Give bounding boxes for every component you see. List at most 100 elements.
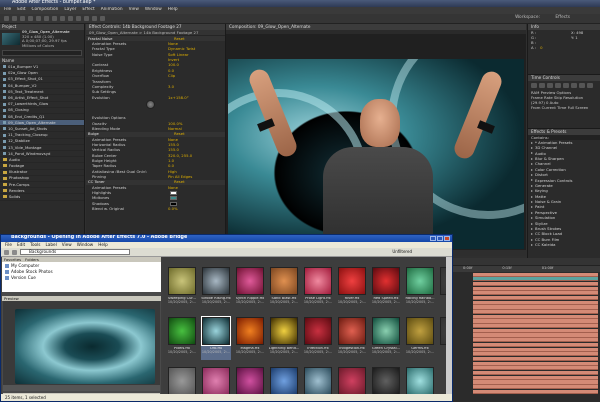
- thumbnail-item[interactable]: Prose Light.ffx 10/20/2005, 2:...: [303, 267, 333, 310]
- disclosure-triangle-icon[interactable]: [531, 157, 533, 160]
- layer-duration-bar[interactable]: [473, 380, 598, 385]
- layer-duration-bar[interactable]: [473, 324, 598, 329]
- effect-param-value[interactable]: None: [168, 137, 178, 142]
- thumbnail-item[interactable]: Germs.ffx 10/20/2005, 2:...: [405, 317, 435, 360]
- layer-duration-bar[interactable]: [473, 286, 598, 291]
- layer-duration-bar[interactable]: [473, 272, 598, 277]
- hand-tool-icon[interactable]: [12, 16, 17, 21]
- back-icon[interactable]: [4, 249, 9, 255]
- disclosure-triangle-icon[interactable]: [531, 195, 533, 198]
- layer-duration-bar[interactable]: [473, 375, 598, 380]
- first-frame-icon[interactable]: [531, 83, 537, 88]
- eraser-tool-icon[interactable]: [92, 16, 97, 21]
- composition-viewer[interactable]: [228, 59, 524, 249]
- layer-duration-bar[interactable]: [473, 295, 598, 301]
- layer-duration-bar[interactable]: [473, 361, 598, 366]
- menu-item-effect[interactable]: Effect: [82, 8, 94, 13]
- layer-duration-bar[interactable]: [473, 319, 598, 324]
- tab-folders[interactable]: Folders: [25, 257, 39, 262]
- layer-duration-bar[interactable]: [473, 277, 598, 282]
- prev-frame-icon[interactable]: [539, 83, 545, 88]
- mask-tool-icon[interactable]: [52, 16, 57, 21]
- disclosure-triangle-icon[interactable]: [531, 147, 533, 150]
- effect-param-value[interactable]: 1.0: [168, 159, 174, 163]
- menu-item-file[interactable]: File: [4, 8, 11, 13]
- camera-tool-icon[interactable]: [36, 16, 41, 21]
- color-swatch[interactable]: [170, 201, 177, 206]
- menu-item-layer[interactable]: Layer: [64, 8, 76, 13]
- disclosure-triangle-icon[interactable]: [531, 141, 533, 144]
- layer-duration-bar[interactable]: [473, 300, 598, 305]
- maximize-button[interactable]: [437, 236, 443, 241]
- thumbnail-item[interactable]: Sand Blast.ffx 10/20/2005, 2:...: [269, 267, 299, 310]
- favorite-item[interactable]: Version Cue: [5, 275, 158, 281]
- bridge-menu-file[interactable]: File: [5, 242, 12, 247]
- layer-duration-bar[interactable]: [473, 347, 598, 352]
- ram-preview-icon[interactable]: [587, 83, 593, 88]
- loop-icon[interactable]: [579, 83, 585, 88]
- thumbnail-item[interactable]: Strobe Rising.ffx 10/20/2005, 2:...: [201, 267, 231, 310]
- next-frame-icon[interactable]: [555, 83, 561, 88]
- layer-duration-bar[interactable]: [473, 356, 598, 362]
- pan-behind-tool-icon[interactable]: [44, 16, 49, 21]
- clone-tool-icon[interactable]: [84, 16, 89, 21]
- effect-param-value[interactable]: Pin All Edges: [168, 175, 192, 179]
- effect-param-value[interactable]: None: [168, 185, 178, 190]
- preset-item[interactable]: CC Kaleida: [528, 242, 600, 247]
- thumbnail-item[interactable]: Red Speed.ffx 10/20/2005, 2:...: [371, 267, 401, 310]
- disclosure-triangle-icon[interactable]: [531, 211, 533, 214]
- layer-duration-bar[interactable]: [473, 352, 598, 357]
- bridge-menu-label[interactable]: Label: [45, 242, 56, 247]
- effect-param-value[interactable]: 155.0: [168, 143, 179, 147]
- layer-duration-bar[interactable]: [473, 370, 598, 376]
- filter-select[interactable]: Unfiltered: [392, 250, 412, 254]
- effect-param-value[interactable]: Reset: [174, 180, 185, 184]
- rotate-tool-icon[interactable]: [28, 16, 33, 21]
- effect-param-value[interactable]: 320.0, 255.0: [168, 153, 192, 158]
- puppet-tool-icon[interactable]: [100, 16, 105, 21]
- effect-param-value[interactable]: 100.0%: [168, 121, 182, 126]
- thumbnail-item[interactable]: Indigestion.ffx 10/20/2005, 2:...: [337, 317, 367, 360]
- disclosure-triangle-icon[interactable]: [531, 217, 533, 220]
- path-select[interactable]: Backgrounds: [20, 249, 130, 255]
- disclosure-triangle-icon[interactable]: [531, 227, 533, 230]
- layer-duration-bar[interactable]: [473, 385, 598, 390]
- content-scrollbar[interactable]: [446, 257, 452, 394]
- layer-duration-bar[interactable]: [473, 338, 598, 343]
- menu-item-edit[interactable]: Edit: [17, 8, 25, 13]
- effect-param-value[interactable]: 100.0: [168, 63, 179, 67]
- thumbnail-item[interactable]: Lightning Bend... 10/20/2005, 2:...: [269, 317, 299, 360]
- disclosure-triangle-icon[interactable]: [531, 222, 533, 225]
- forward-icon[interactable]: [12, 249, 17, 255]
- layer-duration-bar[interactable]: [473, 291, 598, 296]
- layer-duration-bar[interactable]: [473, 314, 598, 319]
- brush-tool-icon[interactable]: [76, 16, 81, 21]
- effect-param-value[interactable]: Reset: [174, 132, 185, 136]
- bridge-menu-edit[interactable]: Edit: [17, 242, 25, 247]
- layer-duration-bar[interactable]: [473, 305, 598, 310]
- layer-duration-bar[interactable]: [473, 281, 598, 287]
- effect-param-value[interactable]: 0.0: [168, 164, 174, 168]
- layer-duration-bar[interactable]: [473, 333, 598, 338]
- menu-item-composition[interactable]: Composition: [32, 8, 59, 13]
- effect-param-value[interactable]: 1x+158.0°: [168, 95, 189, 100]
- effect-param-value[interactable]: Soft Linear: [168, 52, 189, 57]
- thumbnail-item[interactable]: Magma.ffx 10/20/2005, 2:...: [235, 317, 265, 360]
- workspace-select[interactable]: Effects: [555, 15, 570, 20]
- bridge-menu-window[interactable]: Window: [77, 242, 94, 247]
- layer-duration-bar[interactable]: [473, 366, 598, 371]
- layer-duration-bar[interactable]: [473, 310, 598, 315]
- effect-param-value[interactable]: Normal: [168, 127, 182, 131]
- color-swatch[interactable]: [170, 196, 177, 201]
- layer-duration-bar[interactable]: [473, 342, 598, 347]
- effect-param-value[interactable]: High: [168, 169, 177, 174]
- pen-tool-icon[interactable]: [60, 16, 65, 21]
- thumbnail-item[interactable]: Green Crystal... 10/20/2005, 2:...: [371, 317, 401, 360]
- zoom-tool-icon[interactable]: [20, 16, 25, 21]
- bridge-menu-view[interactable]: View: [62, 242, 72, 247]
- effect-param-value[interactable]: None: [168, 42, 178, 46]
- disclosure-triangle-icon[interactable]: [531, 200, 533, 203]
- disclosure-triangle-icon[interactable]: [531, 168, 533, 171]
- text-tool-icon[interactable]: [68, 16, 73, 21]
- effect-param-value[interactable]: 155.0: [168, 148, 179, 152]
